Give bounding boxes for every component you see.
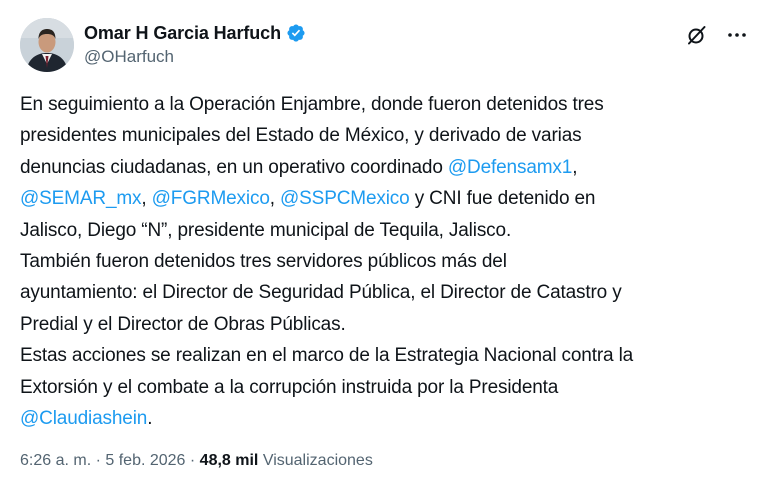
tweet-time[interactable]: 6:26 a. m. <box>20 452 91 469</box>
tweet-text-line: presidentes municipales del Estado de Mé… <box>20 120 760 151</box>
text-segment: Jalisco, Diego “N”, presidente municipal… <box>20 219 512 241</box>
mention-link-fgrmexico[interactable]: @FGRMexico <box>152 188 270 209</box>
mention-link-claudiashein[interactable]: @Claudiashein <box>20 408 147 429</box>
tweet-text-line: @Claudiashein. <box>20 403 760 434</box>
views-label[interactable]: Visualizaciones <box>258 452 373 469</box>
tweet-text-line: denuncias ciudadanas, en un operativo co… <box>20 152 760 183</box>
more-options-icon[interactable] <box>726 24 748 46</box>
mention-link-defensamx1[interactable]: @Defensamx1 <box>448 157 572 178</box>
tweet-card: Omar H Garcia Harfuch @OHarfuch En segui… <box>0 0 768 497</box>
text-segment: y CNI fue detenido en <box>409 188 596 210</box>
text-segment: Predial y el Director de Obras Públicas. <box>20 313 346 335</box>
text-segment: Extorsión y el combate a la corrupción i… <box>20 376 559 398</box>
tweet-text: En seguimiento a la Operación Enjambre, … <box>20 89 760 434</box>
mention-link-semar-mx[interactable]: @SEMAR_mx <box>20 188 142 209</box>
tweet-text-line: En seguimiento a la Operación Enjambre, … <box>20 89 760 120</box>
tweet-text-line: ayuntamiento: el Director de Seguridad P… <box>20 277 760 308</box>
tweet-meta: 6:26 a. m. · 5 feb. 2026 · 48,8 mil Visu… <box>20 452 373 470</box>
avatar[interactable] <box>20 18 74 72</box>
mention-link-sspcmexico[interactable]: @SSPCMexico <box>280 188 410 209</box>
tweet-text-line: También fueron detenidos tres servidores… <box>20 246 760 277</box>
views-count[interactable]: 48,8 mil <box>200 452 259 469</box>
text-segment: También fueron detenidos tres servidores… <box>20 251 507 273</box>
text-segment: , <box>269 188 281 210</box>
tweet-text-line: @SEMAR_mx, @FGRMexico, @SSPCMexico y CNI… <box>20 183 760 214</box>
author-names: Omar H Garcia Harfuch @OHarfuch <box>84 22 306 67</box>
grok-icon[interactable] <box>686 24 708 46</box>
verified-badge-icon[interactable] <box>286 23 306 43</box>
text-segment: Estas acciones se realizan en el marco d… <box>20 345 634 367</box>
tweet-date[interactable]: 5 feb. 2026 <box>105 452 185 469</box>
tweet-text-line: Predial y el Director de Obras Públicas. <box>20 309 760 340</box>
meta-separator: · <box>185 452 200 469</box>
text-segment: ayuntamiento: el Director de Seguridad P… <box>20 282 622 304</box>
display-name-row: Omar H Garcia Harfuch <box>84 22 306 44</box>
text-segment: En seguimiento a la Operación Enjambre, … <box>20 94 604 115</box>
text-segment: , <box>141 188 152 210</box>
text-segment: . <box>147 408 153 430</box>
author-handle[interactable]: @OHarfuch <box>84 47 306 67</box>
text-segment: , <box>572 156 578 178</box>
tweet-text-line: Jalisco, Diego “N”, presidente municipal… <box>20 215 760 246</box>
tweet-text-line: Extorsión y el combate a la corrupción i… <box>20 372 760 403</box>
text-segment: denuncias ciudadanas, en un operativo co… <box>20 156 448 178</box>
tweet-header: Omar H Garcia Harfuch @OHarfuch <box>20 18 748 74</box>
tweet-text-line: Estas acciones se realizan en el marco d… <box>20 340 760 371</box>
text-segment: presidentes municipales del Estado de Mé… <box>20 125 582 147</box>
display-name[interactable]: Omar H Garcia Harfuch <box>84 23 281 44</box>
top-actions <box>686 24 748 46</box>
meta-separator: · <box>91 452 106 469</box>
